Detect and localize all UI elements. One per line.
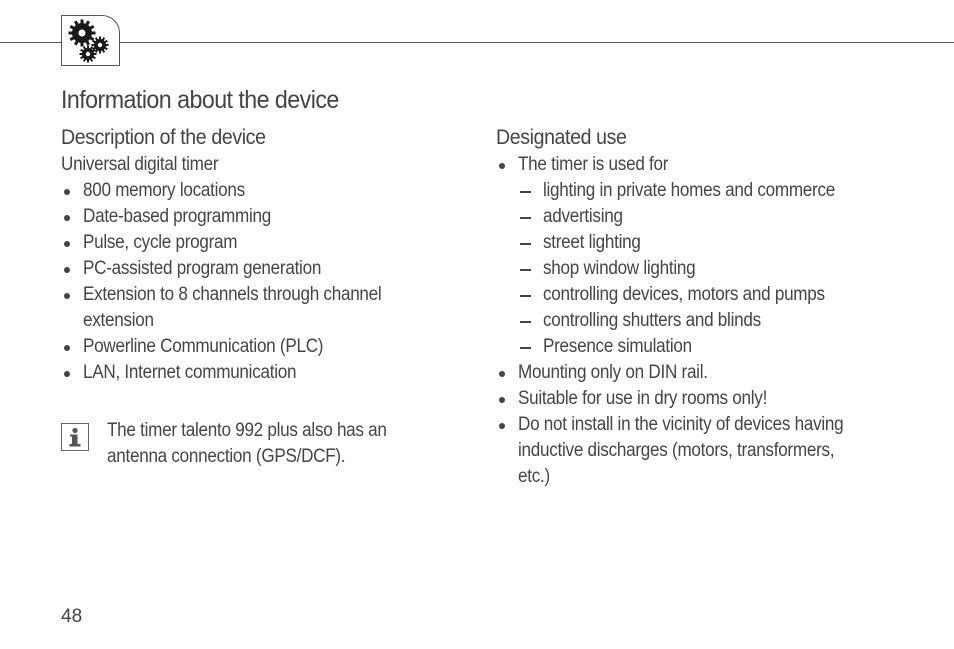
list-item: LAN, Internet communication (61, 360, 441, 386)
designated-use-heading: Designated use (496, 126, 627, 149)
sub-list-item: lighting in private homes and commerce (496, 178, 896, 204)
list-item: Suitable for use in dry rooms only! (496, 386, 896, 412)
usage-list: The timer is used for lighting in privat… (496, 152, 896, 490)
sub-list-item: advertising (496, 204, 896, 230)
header-rule (0, 42, 954, 43)
gears-icon (63, 16, 112, 65)
page-number: 48 (61, 606, 83, 627)
note-text: The timer talento 992 plus also has an a… (107, 420, 387, 467)
list-item: Extension to 8 channels through channel e… (61, 282, 441, 334)
designated-use-section: Designated use The timer is used for lig… (496, 124, 896, 490)
sub-list-item: shop window lighting (496, 256, 896, 282)
list-item: The timer is used for (496, 152, 896, 178)
description-subtitle: Universal digital timer (61, 154, 219, 175)
list-item: 800 memory locations (61, 178, 441, 204)
info-icon (61, 423, 89, 451)
section-icon-box (61, 15, 120, 66)
list-item: Do not install in the vicinity of device… (496, 412, 896, 490)
page-title: Information about the device (61, 86, 339, 114)
sub-list-item: street lighting (496, 230, 896, 256)
list-item: Pulse, cycle program (61, 230, 441, 256)
sub-list-item: controlling shutters and blinds (496, 308, 896, 334)
description-heading: Description of the device (61, 126, 266, 149)
list-item: Date-based programming (61, 204, 441, 230)
feature-list: 800 memory locations Date-based programm… (61, 178, 441, 386)
list-item: Mounting only on DIN rail. (496, 360, 896, 386)
sub-list-item: Presence simulation (496, 334, 896, 360)
sub-list-item: controlling devices, motors and pumps (496, 282, 896, 308)
list-item: Powerline Communication (PLC) (61, 334, 441, 360)
description-section: Description of the device Universal digi… (61, 124, 441, 386)
list-item: PC-assisted program generation (61, 256, 441, 282)
